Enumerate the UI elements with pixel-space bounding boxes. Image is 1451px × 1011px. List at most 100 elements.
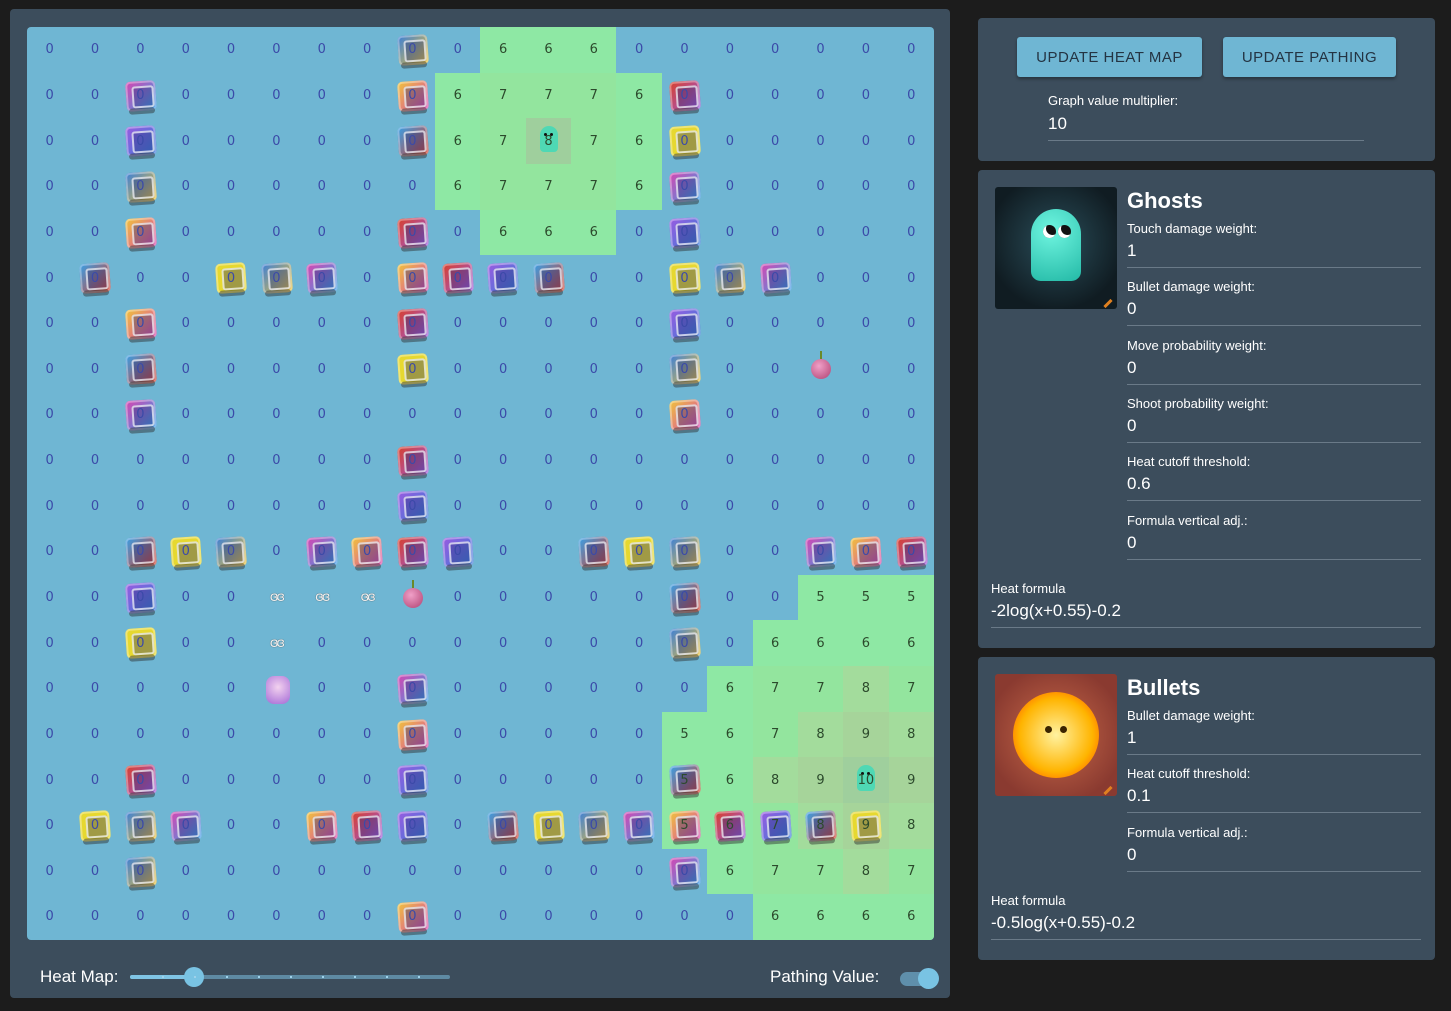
grid-cell[interactable]: 0 [753,73,798,119]
grid-cell[interactable]: 0 [616,301,661,347]
grid-cell[interactable]: 0 [72,392,117,438]
grid-cell[interactable]: 0 [435,757,480,803]
grid-cell[interactable]: 0 [753,575,798,621]
update-pathing-button[interactable]: UPDATE PATHING [1223,37,1396,77]
grid-cell[interactable] [254,666,299,712]
grid-cell[interactable]: 0 [753,164,798,210]
grid-cell[interactable]: 7 [525,72,572,119]
grid-cell[interactable]: 0 [390,255,435,301]
grid-cell[interactable]: 0 [843,27,888,73]
grid-cell[interactable]: 0 [843,118,888,164]
grid-cell[interactable]: 0 [480,620,525,666]
grid-cell[interactable]: 0 [889,118,934,164]
grid-cell[interactable]: 0 [707,255,752,301]
grid-cell[interactable]: 0 [798,27,843,73]
grid-cell[interactable]: 0 [208,392,253,438]
grid-cell[interactable]: 0 [843,210,888,256]
grid-cell[interactable]: 5 [661,711,708,758]
grid-cell[interactable]: 0 [526,849,571,895]
grid-cell[interactable]: 0 [27,255,72,301]
grid-cell[interactable]: 0 [72,438,117,484]
grid-cell[interactable]: 7 [752,848,798,895]
grid-cell[interactable]: 0 [662,346,707,392]
grid-cell[interactable]: 0 [208,483,253,529]
field-input[interactable]: 0 [1127,845,1421,872]
grid-cell[interactable]: 7 [571,118,617,164]
grid-cell[interactable]: 0 [889,483,934,529]
grid-cell[interactable]: 0 [571,757,616,803]
grid-cell[interactable]: 0 [662,529,707,575]
grid-cell[interactable]: 7 [571,163,617,210]
grid-cell[interactable]: 6 [843,620,889,666]
grid-cell[interactable]: 0 [72,27,117,73]
grid-cell[interactable]: 0 [344,849,389,895]
grid-cell[interactable]: 0 [843,255,888,301]
grid-cell[interactable]: 9 [843,802,889,849]
grid-cell[interactable]: 0 [435,346,480,392]
grid-cell[interactable]: 0 [662,620,707,666]
grid-cell[interactable]: 0 [889,438,934,484]
grid-cell[interactable]: 8 [843,848,889,895]
grid-cell[interactable]: 0 [208,438,253,484]
grid-cell[interactable]: 0 [344,255,389,301]
grid-cell[interactable]: 0 [480,301,525,347]
grid-cell[interactable]: 0 [118,620,163,666]
grid-cell[interactable]: 0 [526,575,571,621]
grid-cell[interactable]: 0 [707,164,752,210]
grid-cell[interactable]: 5 [888,574,934,621]
grid-cell[interactable]: 0 [344,27,389,73]
grid-cell[interactable]: 0 [208,27,253,73]
grid-cell[interactable]: 0 [480,575,525,621]
grid-cell[interactable]: 0 [435,392,480,438]
grid-cell[interactable]: 6 [525,27,572,73]
grid-cell[interactable]: 0 [299,164,344,210]
grid-cell[interactable]: 0 [843,438,888,484]
grid-cell[interactable]: 0 [254,27,299,73]
grid-cell[interactable]: 0 [435,255,480,301]
grid-cell[interactable]: 0 [753,483,798,529]
grid-cell[interactable]: 0 [27,73,72,119]
grid-cell[interactable]: 0 [435,301,480,347]
grid-cell[interactable]: 0 [163,575,208,621]
grid-cell[interactable]: 0 [72,529,117,575]
grid-cell[interactable]: 0 [707,118,752,164]
grid-cell[interactable]: 7 [480,118,526,164]
grid-cell[interactable]: 0 [616,392,661,438]
grid-cell[interactable]: 0 [163,849,208,895]
grid-cell[interactable]: 0 [27,620,72,666]
grid-cell[interactable]: 0 [163,118,208,164]
grid-cell[interactable]: 0 [390,27,435,73]
grid-cell[interactable]: 0 [571,346,616,392]
grid-cell[interactable]: 0 [254,346,299,392]
field-input[interactable]: 0.6 [1127,474,1421,502]
grid-cell[interactable]: 0 [208,894,253,940]
grid-cell[interactable]: 0 [118,27,163,73]
grid-cell[interactable]: 0 [616,712,661,758]
grid-cell[interactable]: 0 [163,666,208,712]
grid-cell[interactable]: 0 [843,164,888,210]
grid-cell[interactable]: 9 [843,711,889,758]
grid-cell[interactable]: 0 [753,301,798,347]
grid-cell[interactable]: 0 [390,438,435,484]
grid-cell[interactable]: 0 [72,666,117,712]
grid-cell[interactable]: 0 [571,803,616,849]
grid-cell[interactable]: 0 [299,27,344,73]
grid-cell[interactable]: 0 [118,255,163,301]
grid-cell[interactable]: 0 [72,301,117,347]
grid-cell[interactable]: 0 [118,346,163,392]
grid-cell[interactable]: 0 [254,757,299,803]
grid-cell[interactable]: 0 [889,27,934,73]
grid-cell[interactable]: 0 [344,392,389,438]
grid-cell[interactable]: 7 [752,802,798,849]
grid-cell[interactable]: 0 [480,392,525,438]
grid-cell[interactable]: 0 [118,575,163,621]
grid-cell[interactable]: 0 [526,666,571,712]
grid-cell[interactable]: 0 [435,483,480,529]
grid-cell[interactable]: ɞɞ [254,575,299,621]
grid-cell[interactable]: 0 [435,712,480,758]
grid-cell[interactable]: 0 [254,210,299,256]
grid-cell[interactable]: 6 [616,72,662,119]
grid-cell[interactable]: 0 [707,346,752,392]
grid-cell[interactable]: 8 [843,665,889,712]
grid-cell[interactable]: 0 [753,210,798,256]
